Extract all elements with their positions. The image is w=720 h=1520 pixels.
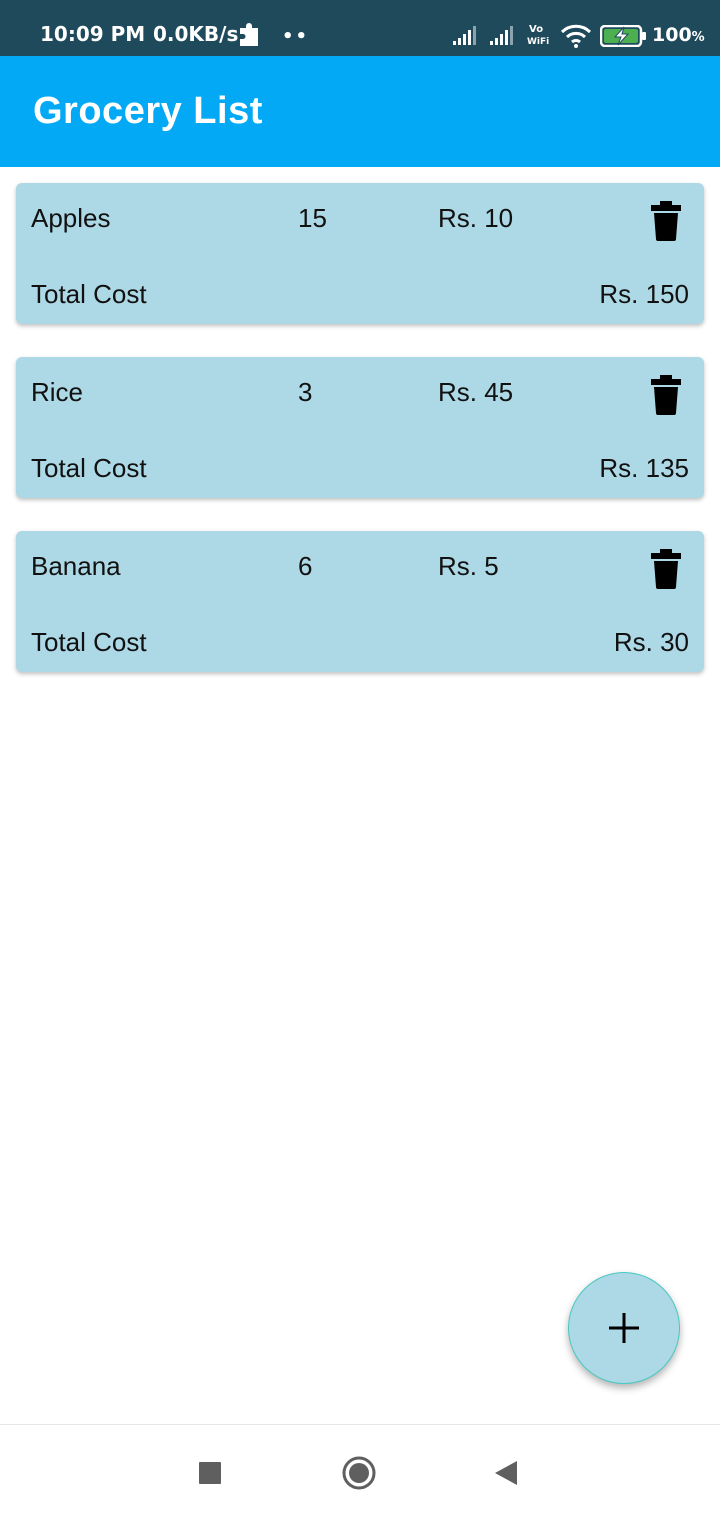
status-bar: 10:09 PM 0.0KB/s •• Vo WiFi 100% <box>0 0 720 56</box>
status-network-speed: 0.0KB/s <box>153 22 239 46</box>
add-item-button[interactable] <box>568 1272 680 1384</box>
item-quantity: 15 <box>298 203 327 233</box>
battery-unit: % <box>691 30 705 45</box>
vowifi-top-text: Vo <box>529 24 543 35</box>
total-cost-label: Total Cost <box>31 279 147 309</box>
grocery-item-card: Rice 3 Rs. 45 Total Cost Rs. 135 <box>16 357 704 498</box>
back-icon[interactable] <box>493 1459 519 1487</box>
home-icon[interactable] <box>342 1456 376 1490</box>
item-price: Rs. 45 <box>438 377 514 407</box>
item-quantity: 3 <box>298 377 313 407</box>
total-cost-label: Total Cost <box>31 453 147 483</box>
battery-value: 100 <box>652 24 692 46</box>
total-cost-label: Total Cost <box>31 627 147 657</box>
signal-icon <box>453 26 476 45</box>
vowifi-bottom-text: WiFi <box>527 37 549 46</box>
battery-percent: 100% <box>652 24 705 46</box>
grocery-item-card: Apples 15 Rs. 10 Total Cost Rs. 150 <box>16 183 704 324</box>
grocery-item-card: Banana 6 Rs. 5 Total Cost Rs. 30 <box>16 531 704 672</box>
plus-icon <box>609 1313 639 1343</box>
item-quantity: 6 <box>298 551 313 581</box>
delete-icon[interactable] <box>650 375 682 415</box>
item-name: Apples <box>31 203 111 233</box>
status-dots: •• <box>282 26 310 47</box>
battery-charging-icon <box>600 25 646 47</box>
total-cost-value: Rs. 135 <box>599 453 689 483</box>
app-bar: Grocery List <box>0 56 720 167</box>
total-cost-value: Rs. 150 <box>599 279 689 309</box>
screen: 10:09 PM 0.0KB/s •• Vo WiFi 100% Grocery… <box>0 0 720 1520</box>
navigation-bar <box>0 1424 720 1520</box>
status-time: 10:09 PM <box>40 22 146 46</box>
item-name: Banana <box>31 551 121 581</box>
item-price: Rs. 5 <box>438 551 499 581</box>
vowifi-icon: Vo WiFi <box>527 24 549 46</box>
signal-icon <box>490 26 513 45</box>
item-price: Rs. 10 <box>438 203 514 233</box>
delete-icon[interactable] <box>650 549 682 589</box>
wifi-icon <box>560 24 592 48</box>
total-cost-value: Rs. 30 <box>613 627 689 657</box>
recents-icon[interactable] <box>199 1462 221 1484</box>
delete-icon[interactable] <box>650 201 682 241</box>
puzzle-icon <box>240 23 258 46</box>
item-name: Rice <box>31 377 84 407</box>
page-title: Grocery List <box>33 90 263 132</box>
